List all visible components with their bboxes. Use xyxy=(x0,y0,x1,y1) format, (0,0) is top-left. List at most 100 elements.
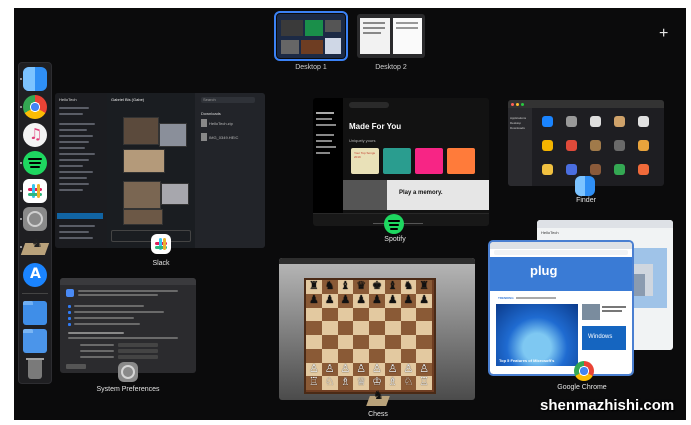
chess-square[interactable] xyxy=(416,335,432,349)
chess-piece[interactable]: ♛ xyxy=(353,279,369,293)
slack-file-1[interactable]: HelloTech.zip xyxy=(209,121,233,126)
chess-square[interactable]: ♟ xyxy=(369,293,385,308)
chess-piece[interactable]: ♟ xyxy=(353,293,369,307)
chrome-window-front[interactable]: plug TRENDING Top 5 Features of Microsof… xyxy=(488,240,634,376)
chess-square[interactable]: ♜ xyxy=(306,279,322,294)
chess-square[interactable] xyxy=(369,307,385,322)
itunes-icon[interactable]: ♫ xyxy=(23,123,47,147)
playlist-tile[interactable] xyxy=(415,148,443,174)
desktop-1-thumbnail[interactable] xyxy=(274,11,348,61)
chess-square[interactable] xyxy=(353,321,369,335)
chess-square[interactable] xyxy=(353,348,369,363)
chess-square[interactable] xyxy=(384,307,401,322)
chess-square[interactable] xyxy=(337,348,354,363)
chess-square[interactable] xyxy=(400,307,417,322)
desktop-2-thumbnail[interactable] xyxy=(357,14,425,58)
chess-square[interactable]: ♚ xyxy=(369,279,385,294)
chess-piece[interactable]: ♜ xyxy=(306,279,322,293)
finder-sidebar-item[interactable]: Applications xyxy=(510,116,526,120)
chess-square[interactable]: ♛ xyxy=(353,279,369,294)
chrome-icon[interactable] xyxy=(23,95,47,119)
chess-piece[interactable]: ♙ xyxy=(306,362,322,376)
chess-square[interactable]: ♟ xyxy=(400,293,417,308)
chess-square[interactable]: ♖ xyxy=(416,375,432,390)
chess-square[interactable] xyxy=(337,321,354,335)
chess-square[interactable]: ♟ xyxy=(353,293,369,308)
chess-square[interactable] xyxy=(384,348,401,363)
slack-selected-channel[interactable] xyxy=(57,213,103,219)
article-thumb[interactable] xyxy=(582,304,600,320)
chess-square[interactable]: ♞ xyxy=(321,279,338,294)
chess-square[interactable]: ♜ xyxy=(416,279,432,294)
chess-square[interactable] xyxy=(306,307,322,322)
chrome-address-bar[interactable] xyxy=(494,250,628,255)
slack-search-input[interactable]: Search xyxy=(201,97,255,103)
chess-square[interactable]: ♗ xyxy=(337,375,354,390)
chess-piece[interactable]: ♝ xyxy=(338,279,354,293)
chess-square[interactable] xyxy=(384,321,401,335)
chess-square[interactable] xyxy=(369,335,385,349)
chess-square[interactable] xyxy=(416,348,432,363)
chess-piece[interactable]: ♕ xyxy=(353,375,369,389)
documents-folder-icon[interactable] xyxy=(23,329,47,353)
chess-square[interactable]: ♟ xyxy=(384,293,401,308)
chess-square[interactable] xyxy=(337,335,354,349)
chess-square[interactable] xyxy=(353,335,369,349)
chess-piece[interactable]: ♙ xyxy=(369,362,385,376)
chess-piece[interactable]: ♘ xyxy=(322,375,338,389)
shortcut-field[interactable] xyxy=(118,343,158,347)
chess-square[interactable] xyxy=(321,335,338,349)
system-preferences-window[interactable] xyxy=(60,278,196,373)
shortcut-field[interactable] xyxy=(118,349,158,353)
chess-square[interactable]: ♞ xyxy=(400,279,417,294)
chess-square[interactable] xyxy=(353,307,369,322)
add-desktop-button[interactable]: + xyxy=(659,26,668,42)
trash-icon[interactable] xyxy=(23,357,47,381)
chess-square[interactable] xyxy=(321,307,338,322)
chess-piece[interactable]: ♙ xyxy=(416,362,432,376)
chess-square[interactable]: ♟ xyxy=(321,293,338,308)
chess-square[interactable] xyxy=(416,307,432,322)
chess-square[interactable] xyxy=(369,348,385,363)
windows-promo[interactable]: Windows xyxy=(582,326,626,350)
chess-square[interactable] xyxy=(400,321,417,335)
chess-square[interactable]: ♘ xyxy=(321,375,338,390)
finder-icon[interactable] xyxy=(23,67,47,91)
slack-window[interactable]: HelloTech Gabriel Bis (Gabe) Search Down… xyxy=(55,93,265,248)
chess-square[interactable] xyxy=(369,321,385,335)
finder-window[interactable]: Applications Desktop Downloads xyxy=(508,100,664,186)
chess-piece[interactable]: ♟ xyxy=(322,293,338,307)
system-preferences-icon[interactable] xyxy=(23,207,47,231)
chess-square[interactable] xyxy=(306,335,322,349)
slack-icon[interactable] xyxy=(23,179,47,203)
chess-piece[interactable]: ♙ xyxy=(401,362,417,376)
chess-square[interactable]: ♙ xyxy=(337,362,354,377)
chess-piece[interactable]: ♘ xyxy=(401,375,417,389)
finder-sidebar-item[interactable]: Desktop xyxy=(510,121,521,125)
chess-square[interactable]: ♙ xyxy=(384,362,401,377)
chess-square[interactable] xyxy=(416,321,432,335)
spotify-promo-banner[interactable]: Play a memory. xyxy=(343,180,489,210)
shortcut-field[interactable] xyxy=(118,355,158,359)
chess-piece[interactable]: ♞ xyxy=(401,279,417,293)
chess-piece[interactable]: ♞ xyxy=(322,279,338,293)
chess-piece[interactable]: ♖ xyxy=(306,375,322,389)
playlist-tile[interactable] xyxy=(447,148,475,174)
chess-square[interactable]: ♖ xyxy=(306,375,322,390)
chess-piece[interactable]: ♟ xyxy=(401,293,417,307)
applications-folder-icon[interactable] xyxy=(23,301,47,325)
chess-piece[interactable]: ♜ xyxy=(416,279,432,293)
article-title[interactable]: Top 5 Features of Microsoft's xyxy=(499,358,554,363)
chess-square[interactable] xyxy=(321,348,338,363)
chess-square[interactable]: ♟ xyxy=(337,293,354,308)
chess-square[interactable]: ♝ xyxy=(384,279,401,294)
chess-piece[interactable]: ♟ xyxy=(306,293,322,307)
chess-square[interactable]: ♘ xyxy=(400,375,417,390)
chess-square[interactable]: ♟ xyxy=(416,293,432,308)
chess-piece[interactable]: ♟ xyxy=(385,293,401,307)
chess-piece[interactable]: ♗ xyxy=(338,375,354,389)
app-store-icon[interactable]: A xyxy=(23,263,47,287)
chess-square[interactable] xyxy=(400,348,417,363)
hot-corners-button[interactable] xyxy=(66,364,86,369)
slack-file-2[interactable]: IMG_0349.HEIC xyxy=(209,135,238,140)
